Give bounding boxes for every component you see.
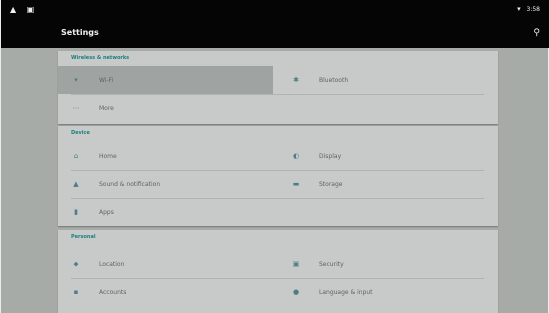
section-personal: Personal ⬥ Location ▣ Security ▪ Account… [58, 230, 498, 313]
search-icon[interactable]: ⚲ [533, 28, 540, 38]
settings-list[interactable]: Wireless & networks ▾ Wi-Fi ✱ Bluetooth … [6, 48, 545, 313]
screen: ▲ ▣ ▾ 3:58 Settings ⚲ Wireless & network… [0, 0, 549, 313]
settings-item-storage[interactable]: ▬ Storage [278, 170, 485, 198]
clock: 3:58 [526, 6, 540, 13]
lock-icon: ▣ [292, 260, 300, 268]
settings-item-security[interactable]: ▣ Security [278, 250, 485, 278]
settings-item-label: Storage [319, 180, 343, 188]
storage-icon: ▬ [292, 180, 300, 188]
settings-item-more[interactable]: ⋯ More [58, 94, 273, 122]
settings-item-display[interactable]: ◐ Display [278, 142, 485, 170]
settings-item-label: Sound & notification [99, 180, 161, 188]
app-bar: Settings ⚲ [1, 22, 549, 48]
more-icon: ⋯ [72, 104, 80, 112]
notification-icons: ▲ ▣ [10, 5, 39, 14]
status-right: ▾ 3:58 [517, 5, 540, 13]
settings-item-wifi[interactable]: ▾ Wi-Fi [58, 66, 273, 94]
settings-item-label: Wi-Fi [99, 76, 114, 84]
status-bar: ▲ ▣ ▾ 3:58 [1, 0, 549, 22]
display-icon: ◐ [292, 152, 300, 160]
page-title: Settings [61, 28, 99, 37]
section-device: Device ⌂ Home ◐ Display ▲ Sound & notifi… [58, 126, 498, 226]
section-header: Personal [71, 234, 96, 240]
bluetooth-icon: ✱ [293, 76, 299, 84]
home-icon: ⌂ [73, 152, 79, 160]
settings-item-home[interactable]: ⌂ Home [58, 142, 273, 170]
globe-icon: ● [292, 288, 300, 296]
settings-item-label: Display [319, 152, 342, 160]
settings-item-label: Language & input [319, 288, 373, 296]
settings-item-label: Accounts [99, 288, 127, 296]
location-icon: ⬥ [73, 259, 79, 268]
settings-item-label: Location [99, 260, 125, 268]
bell-icon: ▲ [73, 180, 79, 188]
settings-item-label: More [99, 104, 114, 112]
settings-item-label: Apps [99, 208, 114, 216]
settings-item-sound-notification[interactable]: ▲ Sound & notification [58, 170, 273, 198]
settings-item-language-input[interactable]: ● Language & input [278, 278, 485, 306]
settings-item-location[interactable]: ⬥ Location [58, 250, 273, 278]
settings-item-accounts[interactable]: ▪ Accounts [58, 278, 273, 306]
settings-item-label: Security [319, 260, 344, 268]
wifi-icon: ▾ [74, 76, 78, 84]
wifi-icon: ▾ [517, 5, 521, 13]
settings-item-label: Bluetooth [319, 76, 349, 84]
settings-item-label: Home [99, 152, 117, 160]
section-header: Device [71, 130, 90, 136]
section-header: Wireless & networks [71, 55, 130, 61]
section-wireless-networks: Wireless & networks ▾ Wi-Fi ✱ Bluetooth … [58, 51, 498, 124]
settings-item-apps[interactable]: ▮ Apps [58, 198, 273, 226]
android-icon: ▮ [74, 208, 78, 216]
account-icon: ▪ [73, 288, 79, 296]
settings-item-bluetooth[interactable]: ✱ Bluetooth [278, 66, 485, 94]
